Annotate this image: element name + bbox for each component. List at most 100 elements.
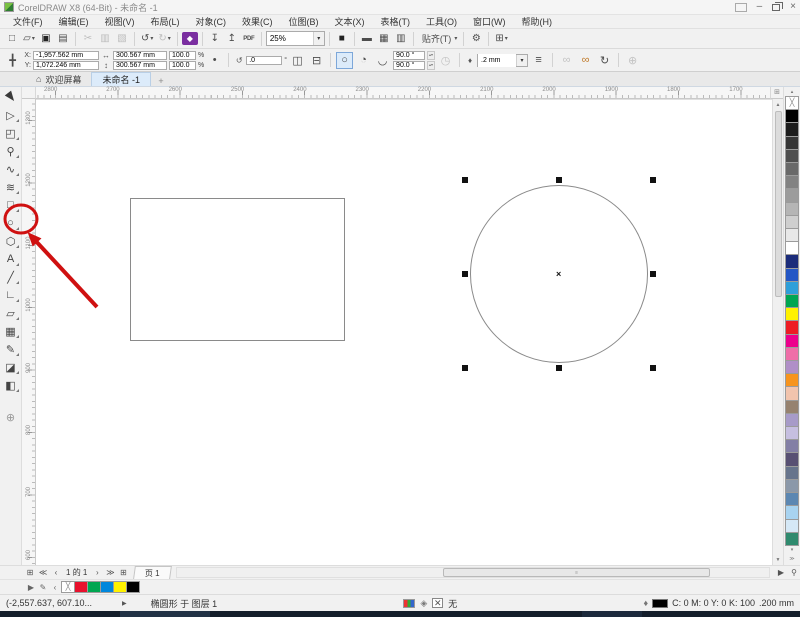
scroll-down-button[interactable]: ▼: [773, 554, 784, 565]
horizontal-scrollbar[interactable]: ≡: [176, 567, 770, 578]
document-palette-eyedropper-icon[interactable]: ✎: [38, 583, 48, 592]
application-launcher[interactable]: ⊞▾: [493, 31, 509, 47]
cut-button[interactable]: ✂: [80, 31, 96, 47]
wrap-text-button[interactable]: ≡: [530, 52, 547, 69]
mirror-horizontal-button[interactable]: ◫: [289, 52, 306, 69]
menu-item[interactable]: 对象(C): [189, 15, 234, 28]
export-button[interactable]: ↥: [224, 31, 240, 47]
scroll-up-button[interactable]: ▲: [773, 99, 784, 110]
color-swatch[interactable]: [785, 400, 799, 414]
palette-expand[interactable]: ≫: [785, 555, 799, 564]
drop-shadow-tool[interactable]: ▱: [1, 304, 21, 322]
ellipse-mode-button[interactable]: ○: [336, 52, 353, 69]
minimize-button[interactable]: –: [757, 2, 763, 12]
palette-scroll-down[interactable]: ▾: [785, 546, 799, 555]
no-color-swatch[interactable]: ╳: [61, 581, 75, 593]
ruler-origin-button[interactable]: ⊞: [770, 87, 783, 99]
zoom-level-input[interactable]: [267, 32, 313, 45]
end-angle-spinner[interactable]: ▴▾: [427, 61, 435, 70]
search-content-button[interactable]: ◆: [182, 32, 198, 45]
link-colored-button[interactable]: ∞: [577, 52, 594, 69]
selection-center-mark[interactable]: ×: [556, 271, 561, 277]
smart-fill-tool[interactable]: ◧: [1, 376, 21, 394]
copy-button[interactable]: ▥: [97, 31, 113, 47]
options-button[interactable]: ⚙: [468, 31, 484, 47]
tab-document[interactable]: 未命名 -1: [91, 72, 151, 86]
show-grid-button[interactable]: ▦: [376, 31, 392, 47]
rectangle-tool[interactable]: □: [1, 196, 21, 214]
color-swatch[interactable]: [785, 136, 799, 150]
new-document-tab-button[interactable]: +: [155, 75, 167, 86]
previous-page-button[interactable]: ‹: [50, 567, 62, 579]
new-document-button[interactable]: □: [4, 31, 20, 47]
color-swatch[interactable]: [785, 228, 799, 242]
tab-welcome-screen[interactable]: ⌂ 欢迎屏幕: [26, 72, 91, 86]
color-swatch[interactable]: [785, 479, 799, 493]
polygon-tool[interactable]: ⬡: [1, 232, 21, 250]
coords-expand-icon[interactable]: ▶: [122, 600, 127, 607]
selection-handle[interactable]: [650, 365, 656, 371]
menu-item[interactable]: 窗口(W): [466, 15, 513, 28]
vertical-scroll-thumb[interactable]: [775, 111, 782, 297]
artistic-media-tool[interactable]: ≋: [1, 178, 21, 196]
object-width-input[interactable]: [113, 51, 167, 60]
color-swatch[interactable]: [785, 307, 799, 321]
start-angle-input[interactable]: [393, 51, 425, 60]
color-swatch[interactable]: [785, 426, 799, 440]
connector-tool[interactable]: ∟: [1, 286, 21, 304]
selection-handle[interactable]: [556, 177, 562, 183]
shape-tool[interactable]: ▷: [1, 106, 21, 124]
change-direction-button[interactable]: ◷: [437, 52, 454, 69]
scale-x-input[interactable]: [169, 51, 196, 60]
pan-right-button[interactable]: ▶: [775, 567, 787, 579]
selection-handle[interactable]: [462, 365, 468, 371]
drawing-canvas[interactable]: ×: [36, 99, 772, 565]
menu-item[interactable]: 文本(X): [328, 15, 372, 28]
menu-item[interactable]: 帮助(H): [515, 15, 560, 28]
menu-item[interactable]: 表格(T): [374, 15, 418, 28]
menu-item[interactable]: 文件(F): [6, 15, 50, 28]
color-swatch[interactable]: [126, 581, 140, 593]
color-swatch[interactable]: [785, 532, 799, 546]
add-tools[interactable]: ⊕: [1, 408, 21, 426]
ellipse-tool[interactable]: ○: [1, 214, 21, 232]
document-palette-scroll-left[interactable]: ‹: [50, 583, 60, 592]
freehand-tool[interactable]: ∿: [1, 160, 21, 178]
start-angle-spinner[interactable]: ▴▾: [427, 51, 435, 60]
color-swatch[interactable]: [785, 439, 799, 453]
page-tab[interactable]: 页 1: [133, 566, 171, 579]
color-swatch[interactable]: [785, 492, 799, 506]
color-swatch[interactable]: [785, 268, 799, 282]
rectangle-shape[interactable]: [130, 198, 345, 341]
undo-button[interactable]: ↺▾: [139, 31, 155, 47]
color-swatch[interactable]: [785, 281, 799, 295]
color-swatch[interactable]: [785, 320, 799, 334]
vertical-scrollbar[interactable]: ▲ ▼: [772, 99, 783, 565]
outline-width-input[interactable]: [478, 54, 516, 67]
color-swatch[interactable]: [785, 334, 799, 348]
menu-item[interactable]: 编辑(E): [52, 15, 96, 28]
add-page-end-button[interactable]: ⊞: [117, 567, 129, 579]
mirror-vertical-button[interactable]: ⊟: [308, 52, 325, 69]
selection-handle[interactable]: [650, 271, 656, 277]
color-swatch[interactable]: [785, 294, 799, 308]
pick-tool[interactable]: [1, 88, 21, 106]
add-page-start-button[interactable]: ⊞: [24, 567, 36, 579]
zoom-level-combo[interactable]: ▾: [266, 31, 325, 46]
color-swatch[interactable]: [785, 188, 799, 202]
transparency-tool[interactable]: ▦: [1, 322, 21, 340]
color-swatch[interactable]: [785, 466, 799, 480]
color-settings-icon[interactable]: [403, 599, 415, 608]
menu-item[interactable]: 位图(B): [282, 15, 326, 28]
dimension-tool[interactable]: ╱: [1, 268, 21, 286]
color-swatch[interactable]: [785, 413, 799, 427]
print-button[interactable]: ▤: [55, 31, 71, 47]
menu-item[interactable]: 视图(V): [98, 15, 142, 28]
color-swatch[interactable]: [100, 581, 114, 593]
text-tool[interactable]: A: [1, 250, 21, 268]
publish-pdf-button[interactable]: PDF: [241, 31, 257, 47]
show-guidelines-button[interactable]: ▥: [393, 31, 409, 47]
zoom-level-dropdown[interactable]: ▾: [313, 32, 324, 45]
fullscreen-preview-button[interactable]: ■: [334, 31, 350, 47]
selection-handle[interactable]: [462, 271, 468, 277]
